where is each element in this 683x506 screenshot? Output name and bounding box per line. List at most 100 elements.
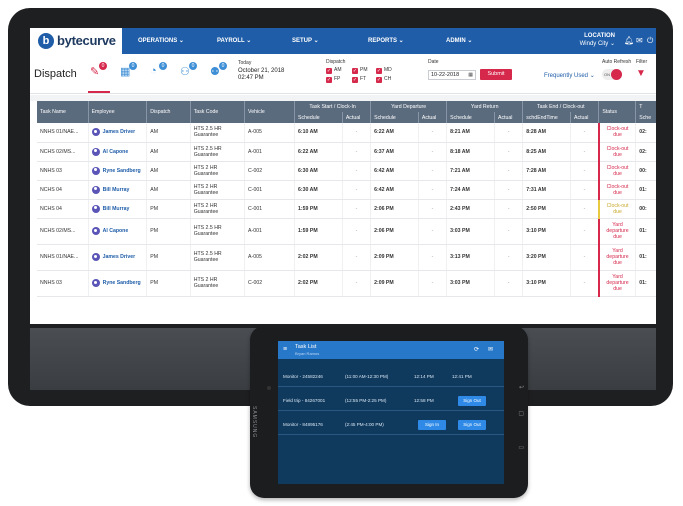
users-icon[interactable]: ⚉ 0 bbox=[210, 62, 227, 79]
sign-out-button[interactable]: Sign Out bbox=[458, 420, 486, 430]
table-row[interactable]: NCHS 04 Bill Murray PM HTS 2 HR Guarantee C-… bbox=[37, 199, 656, 219]
tablet-title: Task List bbox=[295, 344, 317, 350]
col-task-name[interactable]: Task Name bbox=[37, 101, 89, 123]
sign-out-button[interactable]: Sign Out bbox=[458, 396, 486, 406]
start-actual-cell: - bbox=[342, 123, 372, 143]
submit-button[interactable]: Submit bbox=[480, 69, 512, 80]
mail-icon[interactable]: ✉ bbox=[488, 346, 493, 353]
employee-name[interactable]: Al Capone bbox=[103, 149, 129, 155]
table-row[interactable]: NCHS 04 Bill Murray AM HTS 2 HR Guarantee C-… bbox=[37, 180, 656, 200]
col-task-code[interactable]: Task Code bbox=[190, 101, 246, 123]
col-end-schedule[interactable]: schdEndTime bbox=[522, 112, 572, 123]
table-row[interactable]: NCHS 02/MS... Al Capone PM HTS 2.5 HR Guara… bbox=[37, 218, 656, 245]
employee-name[interactable]: Ryne Sandberg bbox=[103, 280, 141, 286]
task-list-item[interactable]: Field trip - 84267001 (12:55 PM-2:25 PM) 1… bbox=[278, 391, 504, 411]
recent-apps-icon[interactable]: ▭ bbox=[518, 444, 524, 451]
notification-icon[interactable]: 🔔︎ bbox=[624, 36, 634, 45]
col-return-actual[interactable]: Actual bbox=[494, 112, 524, 123]
employee-cell[interactable]: Ryne Sandberg bbox=[88, 161, 148, 181]
nav-setup[interactable]: SETUP ⌄ bbox=[292, 37, 319, 44]
col-depart-schedule[interactable]: Schedule bbox=[370, 112, 419, 123]
location-selector[interactable]: Windy City ⌄ bbox=[560, 40, 615, 47]
table-row[interactable]: NCHS 02/MS... Al Capone AM HTS 2.5 HR Guara… bbox=[37, 142, 656, 162]
vehicle-cell: A-005 bbox=[244, 123, 296, 143]
checkbox-am[interactable]: ✓ AM bbox=[326, 67, 342, 74]
clipboard-icon[interactable]: ✎ 0 bbox=[90, 62, 107, 79]
overflow-cell: 00: bbox=[635, 199, 656, 219]
employee-cell[interactable]: Bill Murray bbox=[88, 199, 148, 219]
auto-refresh-toggle[interactable]: ON bbox=[602, 69, 622, 80]
end-actual-cell: - bbox=[570, 142, 600, 162]
employee-cell[interactable]: Al Capone bbox=[88, 218, 148, 245]
vehicle-cell: C-001 bbox=[244, 199, 296, 219]
nav-admin[interactable]: ADMIN ⌄ bbox=[446, 37, 472, 44]
task-list-item[interactable]: Monitor - 84895176 (2:45 PM-4:00 PM) Sign … bbox=[278, 415, 504, 435]
employee-cell[interactable]: James Driver bbox=[88, 123, 148, 143]
return-actual-cell: - bbox=[494, 218, 524, 245]
status-cell: Yard departure due bbox=[597, 218, 637, 245]
clock-icon[interactable]: ◔ 0 bbox=[150, 62, 167, 79]
end-schedule-cell: 3:10 PM bbox=[522, 218, 572, 245]
employee-cell[interactable]: James Driver bbox=[88, 244, 148, 271]
end-schedule-cell: 8:28 AM bbox=[522, 123, 572, 143]
task-list-item[interactable]: Monitor - 24582246 (11:00 AM-12:30 PM) 12:… bbox=[278, 367, 504, 387]
employee-cell[interactable]: Ryne Sandberg bbox=[88, 270, 148, 297]
refresh-icon[interactable]: ⟳ bbox=[474, 346, 479, 353]
col-depart-actual[interactable]: Actual bbox=[418, 112, 448, 123]
col-vehicle[interactable]: Vehicle bbox=[244, 101, 296, 123]
back-icon[interactable]: ↩ bbox=[519, 384, 524, 391]
people-icon[interactable]: ⚇ 0 bbox=[180, 62, 197, 79]
employee-name[interactable]: James Driver bbox=[103, 129, 136, 135]
table-row[interactable]: NNHS 01/NAE... James Driver PM HTS 2.5 HR G… bbox=[37, 244, 656, 271]
col-start-schedule[interactable]: Schedule bbox=[294, 112, 343, 123]
power-icon[interactable]: ⏻ bbox=[647, 36, 653, 46]
col-start-actual[interactable]: Actual bbox=[342, 112, 372, 123]
checkbox-md[interactable]: ✓ MD bbox=[376, 67, 392, 74]
sign-in-button[interactable]: Sign In bbox=[418, 420, 446, 430]
employee-cell[interactable]: Al Capone bbox=[88, 142, 148, 162]
overflow-cell: 01: bbox=[635, 180, 656, 200]
start-actual-cell: - bbox=[342, 161, 372, 181]
frequently-used-dropdown[interactable]: Frequently Used ⌄ bbox=[544, 72, 595, 79]
col-employee[interactable]: Employee bbox=[88, 101, 148, 123]
location-label: LOCATION bbox=[584, 33, 615, 39]
nav-reports[interactable]: REPORTS ⌄ bbox=[368, 37, 404, 44]
menu-icon[interactable]: ≡ bbox=[283, 346, 287, 353]
table-row[interactable]: NNHS 03 Ryne Sandberg AM HTS 2 HR Guarantee… bbox=[37, 161, 656, 181]
logo-icon: b bbox=[38, 33, 54, 49]
table-row[interactable]: NNHS 03 Ryne Sandberg PM HTS 2 HR Guarantee… bbox=[37, 270, 656, 297]
filter-icon[interactable]: ▼ bbox=[636, 68, 646, 79]
employee-cell[interactable]: Bill Murray bbox=[88, 180, 148, 200]
bus-icon[interactable]: ▦ 0 bbox=[120, 62, 137, 79]
today-date: October 21, 2018 bbox=[238, 68, 285, 74]
col-end-actual[interactable]: Actual bbox=[570, 112, 600, 123]
employee-name[interactable]: Ryne Sandberg bbox=[103, 168, 141, 174]
logo[interactable]: b bytecurve bbox=[30, 28, 122, 54]
badge: 0 bbox=[189, 62, 197, 70]
mail-icon[interactable]: ✉ bbox=[636, 36, 643, 45]
checkbox-ft[interactable]: ✓ FT bbox=[352, 76, 366, 83]
table-row[interactable]: NNHS 01/NAE... James Driver AM HTS 2.5 HR G… bbox=[37, 123, 656, 143]
col-overflow-schedule[interactable]: Sche bbox=[635, 112, 656, 123]
date-input[interactable]: 10-22-2018 ▦ bbox=[428, 70, 476, 80]
employee-name[interactable]: Al Capone bbox=[103, 228, 129, 234]
vehicle-cell: C-001 bbox=[244, 180, 296, 200]
task-name-cell: NCHS 04 bbox=[37, 180, 89, 200]
checkbox-pm[interactable]: ✓ PM bbox=[352, 67, 368, 74]
checkbox-fp[interactable]: ✓ FP bbox=[326, 76, 340, 83]
employee-name[interactable]: Bill Murray bbox=[103, 206, 130, 212]
employee-name[interactable]: James Driver bbox=[103, 254, 136, 260]
nav-operations[interactable]: OPERATIONS ⌄ bbox=[138, 37, 184, 44]
status-cell: Clock-out due bbox=[597, 199, 637, 219]
home-button[interactable]: ▢ bbox=[518, 410, 524, 417]
status-cell: Clock-out due bbox=[597, 161, 637, 181]
employee-name[interactable]: Bill Murray bbox=[103, 187, 130, 193]
col-dispatch[interactable]: Dispatch bbox=[146, 101, 191, 123]
col-status[interactable]: Status bbox=[598, 101, 637, 123]
calendar-icon[interactable]: ▦ bbox=[468, 72, 473, 78]
nav-payroll[interactable]: PAYROLL ⌄ bbox=[217, 37, 251, 44]
return-schedule-cell: 2:43 PM bbox=[446, 199, 495, 219]
checkbox-ch[interactable]: ✓ CH bbox=[376, 76, 391, 83]
badge: 0 bbox=[159, 62, 167, 70]
col-return-schedule[interactable]: Schedule bbox=[446, 112, 495, 123]
